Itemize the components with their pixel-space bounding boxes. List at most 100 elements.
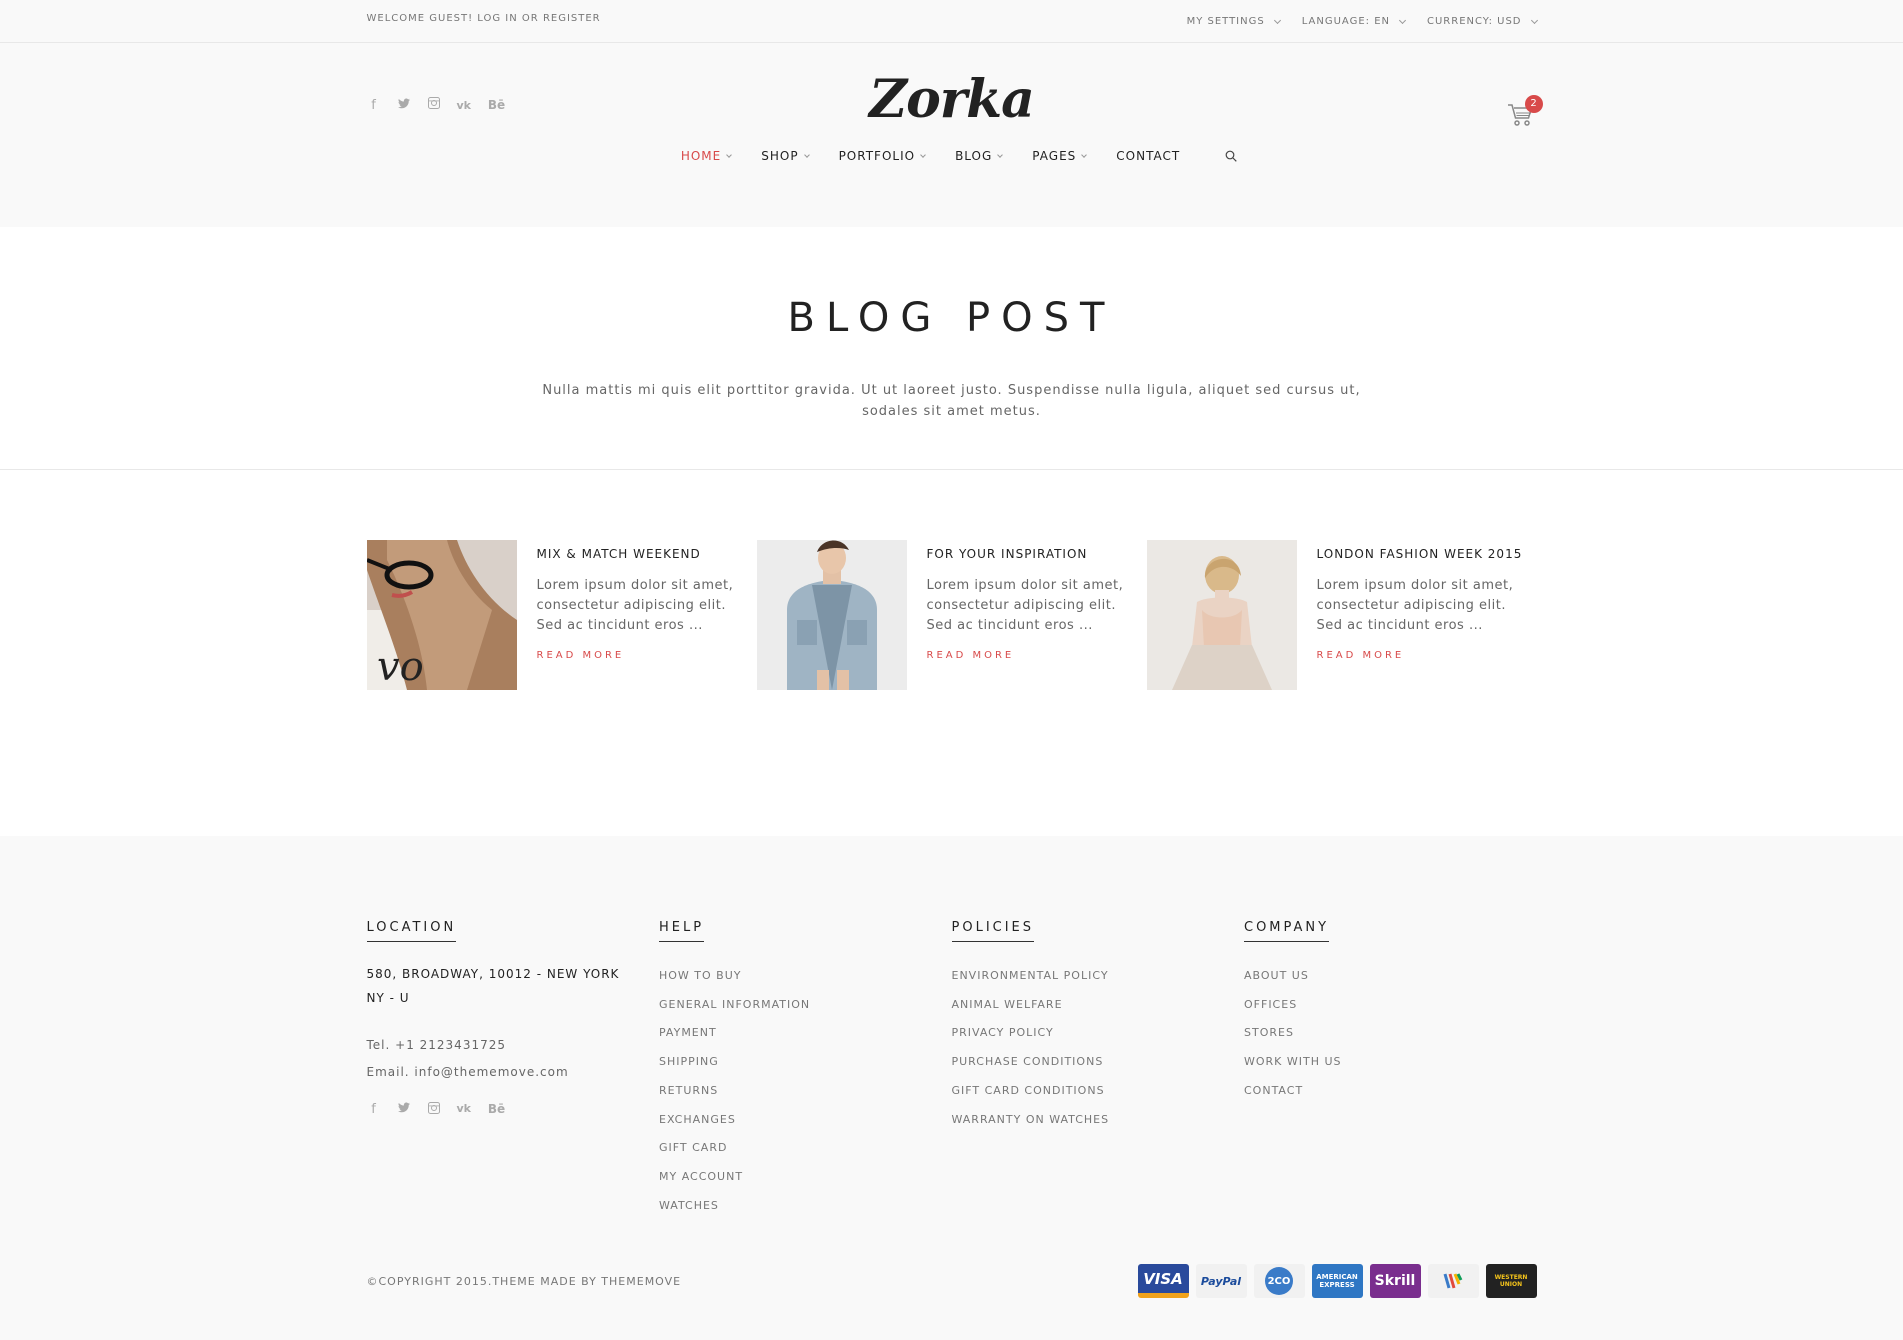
post-excerpt: Lorem ipsum dolor sit amet, consectetur … <box>1316 578 1514 633</box>
email[interactable]: Email. info@thememove.com <box>367 1059 660 1086</box>
footer-help: HELP HOW TO BUY GENERAL INFORMATION PAYM… <box>659 916 952 1220</box>
footer-heading: COMPANY <box>1244 920 1330 942</box>
footer-company: COMPANY ABOUT US OFFICES STORES WORK WIT… <box>1244 916 1537 1220</box>
footer-bottom: ©COPYRIGHT 2015.THEME MADE BY THEMEMOVE … <box>0 1264 1903 1298</box>
post-info: FOR YOUR INSPIRATION Lorem ipsum dolor s… <box>927 540 1137 690</box>
nav-item-contact[interactable]: CONTACT <box>1116 149 1180 163</box>
language-dropdown[interactable]: LANGUAGE: EN <box>1302 16 1407 27</box>
google-wallet-icon <box>1427 1264 1479 1298</box>
page-subtitle: Nulla mattis mi quis elit porttitor grav… <box>542 383 1361 419</box>
footer-link[interactable]: CONTACT <box>1244 1077 1537 1106</box>
american-express-icon: AMERICAN EXPRESS <box>1311 1264 1363 1298</box>
post-thumbnail[interactable] <box>1146 540 1297 690</box>
post-title[interactable]: LONDON FASHION WEEK 2015 <box>1317 546 1527 562</box>
twitter-icon[interactable] <box>397 98 411 113</box>
paypal-icon: PayPal <box>1195 1264 1247 1298</box>
post-title[interactable]: FOR YOUR INSPIRATION <box>927 546 1137 562</box>
login-link[interactable]: LOG IN <box>477 13 517 24</box>
nav-item-home[interactable]: HOME <box>681 149 733 163</box>
phone: Tel. +1 2123431725 <box>366 1038 506 1052</box>
footer-link[interactable]: EXCHANGES <box>659 1106 952 1135</box>
facebook-icon[interactable]: f <box>367 1102 381 1118</box>
facebook-icon[interactable]: f <box>367 98 381 113</box>
post-excerpt: Lorem ipsum dolor sit amet, consectetur … <box>926 578 1124 633</box>
footer-link[interactable]: GENERAL INFORMATION <box>659 991 952 1020</box>
footer-link[interactable]: STORES <box>1244 1019 1537 1048</box>
post-thumbnail[interactable] <box>756 540 907 690</box>
footer-policies: POLICIES ENVIRONMENTAL POLICY ANIMAL WEL… <box>951 916 1245 1220</box>
chevron-down-icon <box>803 151 810 158</box>
post-thumbnail[interactable]: vo <box>366 540 517 690</box>
copyright-text: ©COPYRIGHT 2015.THEME MADE BY THEMEMOVE <box>366 1274 682 1288</box>
post-excerpt: Lorem ipsum dolor sit amet, consectetur … <box>536 578 734 633</box>
footer-link[interactable]: ANIMAL WELFARE <box>952 991 1245 1020</box>
cart-count-badge: 2 <box>1524 95 1543 113</box>
site-header: f vk Bē Zorka 2 HOME SHOP PORTFOLIO BLOG… <box>0 43 1903 227</box>
footer-link[interactable]: GIFT CARD <box>659 1134 952 1163</box>
instagram-icon[interactable] <box>427 97 441 113</box>
currency-dropdown[interactable]: CURRENCY: USD <box>1427 16 1538 27</box>
footer-link[interactable]: PAYMENT <box>659 1019 952 1048</box>
footer-link[interactable]: MY ACCOUNT <box>659 1163 952 1192</box>
footer-heading: POLICIES <box>951 920 1035 942</box>
footer-link[interactable]: WORK WITH US <box>1244 1048 1537 1077</box>
twitter-icon[interactable] <box>397 1102 411 1118</box>
chevron-down-icon <box>997 151 1004 158</box>
footer-link[interactable]: WATCHES <box>659 1192 952 1221</box>
vk-icon[interactable]: vk <box>457 99 472 112</box>
footer-heading: LOCATION <box>366 920 457 942</box>
nav-item-shop[interactable]: SHOP <box>761 149 810 163</box>
2co-icon: 2CO <box>1253 1264 1305 1298</box>
address: 580, BROADWAY, 10012 - NEW YORK NY - U <box>366 967 620 1005</box>
behance-icon[interactable]: Bē <box>487 98 507 112</box>
site-logo[interactable]: Zorka <box>869 69 1035 130</box>
behance-icon[interactable]: Bē <box>487 1102 507 1118</box>
chevron-down-icon <box>920 151 926 158</box>
footer-link[interactable]: ENVIRONMENTAL POLICY <box>952 962 1245 991</box>
top-bar: WELCOME GUEST! LOG IN OR REGISTER MY SET… <box>0 0 1903 43</box>
read-more-link[interactable]: READ MORE <box>1317 650 1405 661</box>
payment-methods: VISA PayPal 2CO AMERICAN EXPRESS Skrill W… <box>1137 1264 1537 1298</box>
chevron-down-icon <box>1081 151 1088 158</box>
post-title[interactable]: MIX & MATCH WEEKEND <box>537 546 747 562</box>
instagram-icon[interactable] <box>427 1102 441 1118</box>
footer-link[interactable]: RETURNS <box>659 1077 952 1106</box>
main-nav: HOME SHOP PORTFOLIO BLOG PAGES CONTACT <box>367 149 1537 163</box>
read-more-link[interactable]: READ MORE <box>927 650 1015 661</box>
footer-link[interactable]: ABOUT US <box>1244 962 1537 991</box>
footer-social-links: f vk Bē <box>367 1102 660 1118</box>
footer-link[interactable]: GIFT CARD CONDITIONS <box>952 1077 1245 1106</box>
header-social-links: f vk Bē <box>367 97 507 113</box>
blog-posts-section: vo MIX & MATCH WEEKEND Lorem ipsum dolor… <box>0 470 1903 836</box>
site-footer: LOCATION 580, BROADWAY, 10012 - NEW YORK… <box>0 836 1903 1340</box>
nav-item-pages[interactable]: PAGES <box>1032 149 1088 163</box>
blog-post-card: LONDON FASHION WEEK 2015 Lorem ipsum dol… <box>1146 540 1537 690</box>
settings-menu: MY SETTINGS LANGUAGE: EN CURRENCY: USD <box>1165 16 1538 27</box>
footer-location: LOCATION 580, BROADWAY, 10012 - NEW YORK… <box>366 916 660 1220</box>
chevron-down-icon <box>726 151 733 158</box>
blog-post-card: vo MIX & MATCH WEEKEND Lorem ipsum dolor… <box>366 540 757 690</box>
cart-button[interactable]: 2 <box>1507 95 1543 131</box>
my-settings-dropdown[interactable]: MY SETTINGS <box>1187 16 1281 27</box>
skrill-icon: Skrill <box>1369 1264 1421 1298</box>
nav-item-blog[interactable]: BLOG <box>955 149 1004 163</box>
footer-link[interactable]: PRIVACY POLICY <box>952 1019 1245 1048</box>
western-union-icon: WESTERN UNION <box>1485 1264 1537 1298</box>
search-icon[interactable] <box>1225 150 1237 162</box>
welcome-text: WELCOME GUEST! LOG IN OR REGISTER <box>366 13 601 24</box>
chevron-down-icon <box>1530 16 1538 24</box>
nav-item-portfolio[interactable]: PORTFOLIO <box>839 149 926 163</box>
footer-link[interactable]: SHIPPING <box>659 1048 952 1077</box>
blog-post-card: FOR YOUR INSPIRATION Lorem ipsum dolor s… <box>756 540 1147 690</box>
read-more-link[interactable]: READ MORE <box>537 650 625 661</box>
page-title-section: BLOG POST Nulla mattis mi quis elit port… <box>0 227 1903 470</box>
footer-link[interactable]: HOW TO BUY <box>659 962 952 991</box>
register-link[interactable]: REGISTER <box>543 13 601 24</box>
footer-link[interactable]: OFFICES <box>1244 991 1537 1020</box>
footer-link[interactable]: PURCHASE CONDITIONS <box>952 1048 1245 1077</box>
footer-link[interactable]: WARRANTY ON WATCHES <box>952 1106 1245 1135</box>
post-info: LONDON FASHION WEEK 2015 Lorem ipsum dol… <box>1317 540 1527 690</box>
visa-icon: VISA <box>1137 1264 1189 1298</box>
footer-heading: HELP <box>659 920 705 942</box>
vk-icon[interactable]: vk <box>457 1102 472 1118</box>
